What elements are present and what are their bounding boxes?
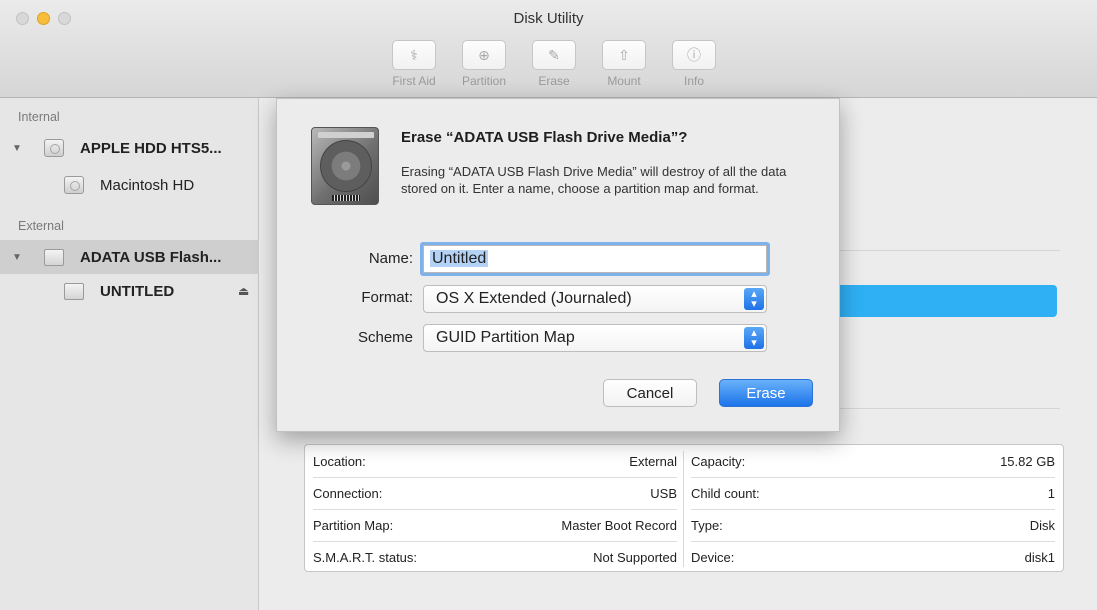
toolbar: ⚕ First Aid ⊕ Partition ✎ Erase ⇧ Mount …: [386, 40, 722, 88]
hard-drive-icon: [311, 127, 379, 205]
external-heading: External: [18, 219, 64, 233]
partition-button[interactable]: ⊕ Partition: [456, 40, 512, 88]
info-key: Capacity:: [691, 453, 746, 469]
info-row-connection: Connection: USB: [313, 477, 677, 509]
mount-icon: ⇧: [602, 40, 646, 70]
erase-dialog: Erase “ADATA USB Flash Drive Media”? Era…: [276, 98, 840, 432]
name-input-value: Untitled: [430, 250, 489, 267]
disclosure-triangle-icon[interactable]: ▼: [12, 252, 22, 263]
volume-disk-icon: [64, 176, 84, 194]
info-value: Master Boot Record: [561, 517, 677, 533]
info-value: USB: [650, 485, 677, 501]
disclosure-triangle-icon[interactable]: ▼: [12, 143, 22, 154]
info-right-column: Capacity: 15.82 GB Child count: 1 Type: …: [691, 445, 1055, 573]
info-row-child-count: Child count: 1: [691, 477, 1055, 509]
dialog-message: Erasing “ADATA USB Flash Drive Media” wi…: [401, 164, 787, 196]
cancel-button[interactable]: Cancel: [603, 379, 697, 407]
erase-button[interactable]: Erase: [719, 379, 813, 407]
divider: [840, 408, 1060, 409]
info-key: Type:: [691, 517, 723, 533]
disk-utility-window: Disk Utility ⚕ First Aid ⊕ Partition ✎ E…: [0, 0, 1097, 610]
info-value: disk1: [1024, 549, 1055, 565]
drive-connector: [332, 195, 360, 201]
info-value: 1: [1047, 485, 1055, 501]
info-key: Partition Map:: [313, 517, 394, 533]
first-aid-button[interactable]: ⚕ First Aid: [386, 40, 442, 88]
title-bar: Disk Utility ⚕ First Aid ⊕ Partition ✎ E…: [0, 0, 1097, 98]
info-button[interactable]: ⓘ Info: [666, 40, 722, 88]
erase-toolbar-button[interactable]: ✎ Erase: [526, 40, 582, 88]
dialog-title: Erase “ADATA USB Flash Drive Media”?: [401, 129, 688, 146]
scheme-select[interactable]: GUID Partition Map ▴ ▾: [423, 324, 767, 352]
scheme-label: Scheme: [357, 329, 413, 346]
macintosh-hd-label: Macintosh HD: [100, 176, 195, 194]
usb-drive-icon: [44, 248, 64, 266]
erase-icon: ✎: [532, 40, 576, 70]
mount-button[interactable]: ⇧ Mount: [596, 40, 652, 88]
sidebar-item-macintosh-hd[interactable]: Macintosh HD: [0, 168, 259, 202]
info-key: Location:: [313, 453, 366, 469]
internal-disk-label: APPLE HDD HTS5...: [80, 139, 222, 157]
info-key: Child count:: [691, 485, 760, 501]
info-value: External: [629, 453, 677, 469]
sidebar-item-untitled[interactable]: UNTITLED ⏏: [0, 274, 259, 308]
info-label: Info: [683, 74, 704, 88]
sidebar-item-external-disk[interactable]: ▼ ADATA USB Flash...: [0, 240, 259, 274]
info-key: Connection:: [313, 485, 383, 501]
select-stepper-icon: ▴ ▾: [744, 327, 764, 349]
sidebar: Internal ▼ APPLE HDD HTS5... Macintosh H…: [0, 98, 259, 610]
drive-platter: [320, 140, 372, 192]
partition-label: Partition: [461, 74, 507, 88]
column-separator: [683, 451, 684, 567]
info-row-smart-status: S.M.A.R.T. status: Not Supported: [313, 541, 677, 573]
mount-label: Mount: [607, 74, 641, 88]
divider: [840, 250, 1060, 251]
info-key: S.M.A.R.T. status:: [313, 549, 418, 565]
internal-heading: Internal: [18, 110, 60, 124]
format-select-value: OS X Extended (Journaled): [436, 290, 632, 307]
info-value: Disk: [1029, 517, 1055, 533]
window-title: Disk Utility: [513, 10, 584, 27]
info-key: Device:: [691, 549, 735, 565]
hard-disk-icon: [44, 139, 64, 157]
disk-info-table: Location: External Connection: USB Parti…: [304, 444, 1064, 572]
stethoscope-icon: ⚕: [392, 40, 436, 70]
external-disk-label: ADATA USB Flash...: [80, 248, 222, 266]
info-icon: ⓘ: [672, 40, 716, 70]
name-label: Name:: [368, 250, 413, 267]
select-stepper-icon: ▴ ▾: [744, 288, 764, 310]
untitled-volume-label: UNTITLED: [100, 282, 175, 300]
usage-bar: [832, 285, 1057, 317]
name-input[interactable]: Untitled: [423, 245, 767, 273]
erase-label: Erase: [538, 74, 570, 88]
format-select[interactable]: OS X Extended (Journaled) ▴ ▾: [423, 285, 767, 313]
format-label: Format:: [361, 289, 413, 306]
volume-usb-icon: [64, 282, 84, 300]
info-row-device: Device: disk1: [691, 541, 1055, 573]
info-value: Not Supported: [593, 549, 677, 565]
info-left-column: Location: External Connection: USB Parti…: [313, 445, 677, 573]
info-row-partition-map: Partition Map: Master Boot Record: [313, 509, 677, 541]
drive-label-strip: [318, 132, 374, 138]
info-row-type: Type: Disk: [691, 509, 1055, 541]
sidebar-item-internal-disk[interactable]: ▼ APPLE HDD HTS5...: [0, 131, 259, 165]
info-row-location: Location: External: [313, 445, 677, 477]
scheme-select-value: GUID Partition Map: [436, 329, 575, 346]
info-row-capacity: Capacity: 15.82 GB: [691, 445, 1055, 477]
partition-icon: ⊕: [462, 40, 506, 70]
info-value: 15.82 GB: [1000, 453, 1055, 469]
eject-icon[interactable]: ⏏: [238, 284, 249, 298]
first-aid-label: First Aid: [392, 74, 436, 88]
